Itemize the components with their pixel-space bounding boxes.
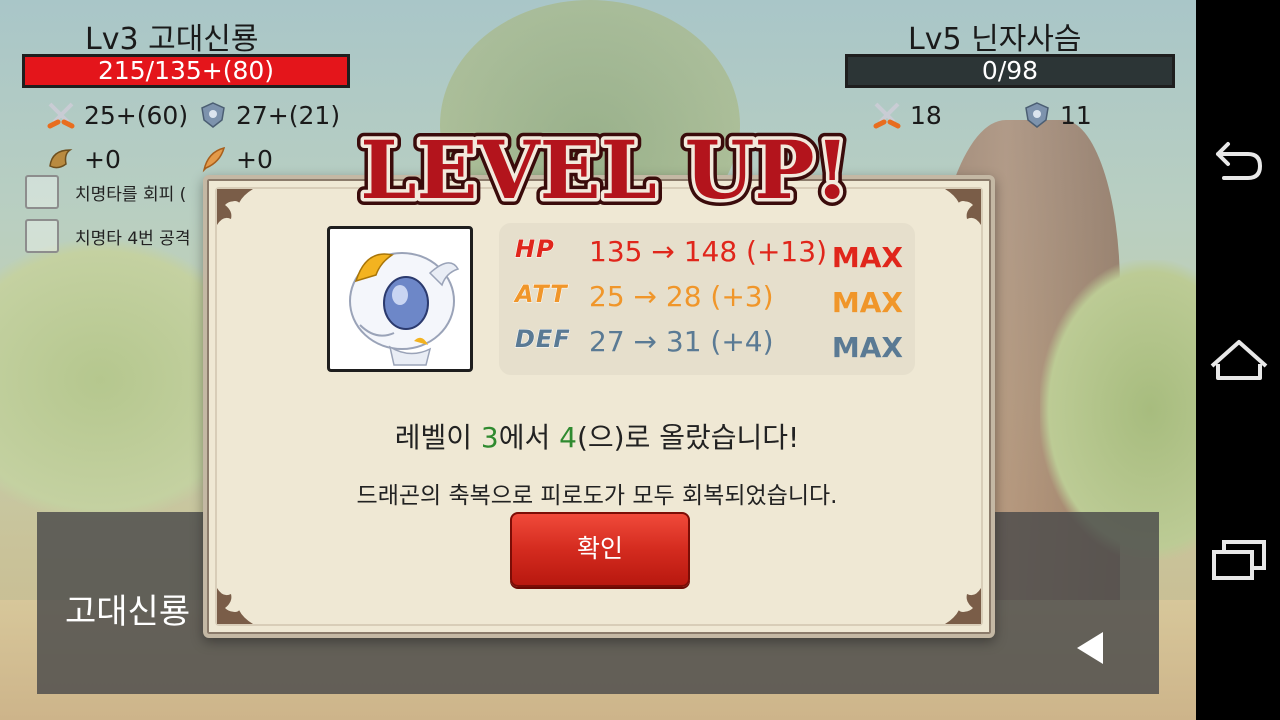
player-name: Lv3 고대신룡 <box>85 22 259 57</box>
enemy-hp-bar: 0/98 <box>845 54 1175 88</box>
checkbox[interactable] <box>25 219 59 253</box>
level-message-suffix: (으)로 올랐습니다! <box>576 421 800 454</box>
dragon-icon <box>349 252 460 366</box>
back-icon[interactable] <box>1208 130 1270 192</box>
crossed-swords-icon <box>47 102 75 129</box>
recents-icon[interactable] <box>1208 530 1270 592</box>
recover-message: 드래곤의 축복으로 피로도가 모두 회복되었습니다. <box>356 483 838 509</box>
level-from: 3 <box>480 421 499 454</box>
stat-max-badge: MAX <box>831 241 903 274</box>
player-attack-value: 25+(60) <box>84 100 189 130</box>
home-icon[interactable] <box>1208 330 1270 392</box>
ornament-corner-icon <box>945 588 981 624</box>
stat-label: DEF <box>515 325 571 354</box>
system-navigation-bar <box>1196 0 1280 720</box>
level-to: 4 <box>559 421 577 454</box>
option-label: 치명타를 회피 ( <box>75 184 187 205</box>
ornament-corner-icon <box>217 588 253 624</box>
horn-icon <box>49 149 73 169</box>
player-bonus2-stat: +0 <box>198 144 273 174</box>
option-critical-4-attacks[interactable]: 치명타 4번 공격 <box>25 219 190 253</box>
enemy-name: Lv5 닌자사슴 <box>908 22 1082 57</box>
shield-icon <box>201 102 225 128</box>
option-dodge-critical[interactable]: 치명타를 회피 ( <box>25 175 186 209</box>
player-defense-value: 27+(21) <box>236 100 341 130</box>
stat-value: 27 → 31 (+4) <box>589 325 774 358</box>
stat-value: 25 → 28 (+3) <box>589 280 774 313</box>
stat-value: 135 → 148 (+13) <box>589 235 827 268</box>
shield-icon <box>1025 102 1049 128</box>
feather-icon <box>202 146 226 173</box>
level-message-middle: 에서 <box>498 421 560 454</box>
level-message: 레벨이 3에서 4(으)로 올랐습니다! <box>207 416 987 456</box>
game-scene: Lv3 고대신룡 215/135+(80) 25+(60) 27+(21) +0… <box>0 0 1196 720</box>
stat-row-att: ATT 25 → 28 (+3) MAX <box>499 276 915 320</box>
enemy-attack-value: 18 <box>910 100 942 130</box>
player-bonus1-stat: +0 <box>46 144 121 174</box>
stat-label: ATT <box>515 280 568 309</box>
player-attack-stat: 25+(60) <box>46 100 188 130</box>
confirm-button[interactable]: 확인 <box>510 512 690 587</box>
stat-row-hp: HP 135 → 148 (+13) MAX <box>499 231 915 275</box>
player-hp-text: 215/135+(80) <box>97 56 275 85</box>
banner-text: LEVEL UP! <box>360 123 849 217</box>
stat-label: HP <box>515 235 555 264</box>
player-bonus1-value: +0 <box>84 144 121 174</box>
enemy-defense-value: 11 <box>1060 100 1092 130</box>
level-up-dialog: HP 135 → 148 (+13) MAX ATT 25 → 28 (+3) … <box>203 175 995 638</box>
speaker-name: 고대신룡 <box>65 592 191 632</box>
checkbox[interactable] <box>25 175 59 209</box>
player-defense-stat: 27+(21) <box>198 100 340 130</box>
enemy-defense-stat: 11 <box>1022 100 1092 130</box>
option-label: 치명타 4번 공격 <box>75 228 191 249</box>
stat-change-panel: HP 135 → 148 (+13) MAX ATT 25 → 28 (+3) … <box>499 223 915 375</box>
enemy-hp-text: 0/98 <box>981 56 1039 85</box>
level-up-banner: LEVEL UP! LEVEL UP! LEVEL UP! <box>353 116 856 218</box>
player-hp-bar: 215/135+(80) <box>22 54 350 88</box>
player-bonus2-value: +0 <box>236 144 273 174</box>
dragon-portrait <box>327 226 473 372</box>
advance-arrow-icon[interactable] <box>1077 632 1103 664</box>
level-message-prefix: 레벨이 <box>394 421 481 454</box>
enemy-attack-stat: 18 <box>872 100 942 130</box>
stat-max-badge: MAX <box>831 331 903 364</box>
ornament-corner-icon <box>217 189 253 225</box>
stat-max-badge: MAX <box>831 286 903 319</box>
stat-row-def: DEF 27 → 31 (+4) MAX <box>499 321 915 365</box>
ornament-corner-icon <box>945 189 981 225</box>
